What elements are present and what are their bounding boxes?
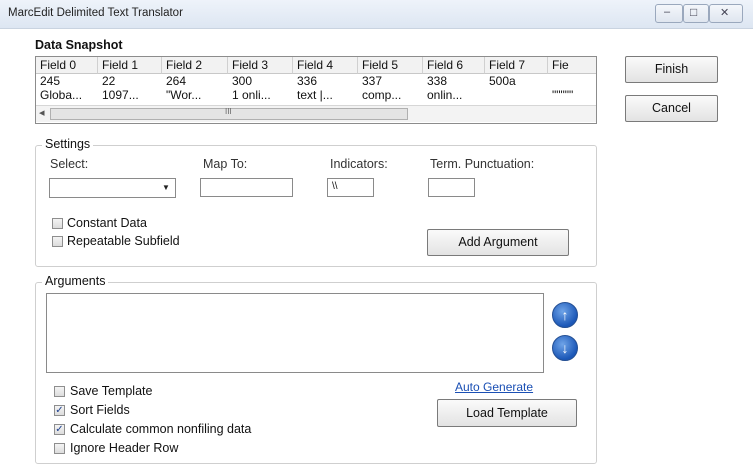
repeatable-subfield-checkbox[interactable] <box>52 236 63 247</box>
column-header[interactable]: Field 4 <box>293 57 358 74</box>
map-to-label: Map To: <box>203 157 248 171</box>
column-header[interactable]: Field 3 <box>228 57 293 74</box>
load-template-button[interactable]: Load Template <box>437 399 577 427</box>
table-cell[interactable]: Globa... <box>36 88 98 103</box>
column-header[interactable]: Field 1 <box>98 57 162 74</box>
title-bar: MarcEdit Delimited Text Translator – □ ✕ <box>0 0 753 29</box>
minimize-button[interactable]: – <box>655 4 683 23</box>
table-cell[interactable]: text |... <box>293 88 358 103</box>
table-cell[interactable] <box>548 74 596 89</box>
table-cell[interactable] <box>485 88 548 103</box>
repeatable-subfield-label: Repeatable Subfield <box>67 234 180 248</box>
table-cell[interactable]: 338 <box>423 74 485 89</box>
table-cell[interactable]: 337 <box>358 74 423 89</box>
data-snapshot-grid[interactable]: Field 0 Field 1 Field 2 Field 3 Field 4 Field… <box>35 56 597 124</box>
table-cell[interactable]: """"" <box>548 88 596 103</box>
sort-fields-check-icon: ✓ <box>55 405 64 416</box>
cancel-button[interactable]: Cancel <box>625 95 718 122</box>
table-cell[interactable]: 264 <box>162 74 228 89</box>
scroll-grip-icon: III <box>225 107 232 116</box>
table-cell[interactable]: 336 <box>293 74 358 89</box>
table-cell[interactable]: 22 <box>98 74 162 89</box>
column-header[interactable]: Field 2 <box>162 57 228 74</box>
term-punctuation-label: Term. Punctuation: <box>430 157 535 171</box>
table-cell[interactable]: 500a <box>485 74 548 89</box>
save-template-label: Save Template <box>70 384 153 398</box>
indicators-field[interactable]: \\ <box>327 178 374 197</box>
table-cell[interactable]: "Wor... <box>162 88 228 103</box>
maximize-button[interactable]: □ <box>683 4 709 23</box>
calculate-nonfiling-check-icon: ✓ <box>55 424 64 435</box>
settings-title: Settings <box>42 137 94 151</box>
column-header[interactable]: Field 6 <box>423 57 485 74</box>
add-argument-button[interactable]: Add Argument <box>427 229 569 256</box>
horizontal-scrollbar[interactable]: ◂ III ▸ <box>36 105 596 122</box>
window-title: MarcEdit Delimited Text Translator <box>8 7 183 19</box>
table-cell[interactable]: comp... <box>358 88 423 103</box>
minimize-icon: – <box>664 6 671 18</box>
calculate-nonfiling-checkbox[interactable]: ✓ <box>54 424 65 435</box>
auto-generate-link[interactable]: Auto Generate <box>455 380 533 394</box>
indicators-value: \\ <box>332 181 338 192</box>
constant-data-checkbox[interactable] <box>52 218 63 229</box>
chevron-down-icon[interactable]: ▼ <box>162 183 170 192</box>
sort-fields-label: Sort Fields <box>70 403 130 417</box>
select-label: Select: <box>50 157 89 171</box>
column-header[interactable]: Field 0 <box>36 57 98 74</box>
select-dropdown[interactable]: ▼ <box>49 178 176 198</box>
close-icon: ✕ <box>720 7 730 19</box>
table-cell[interactable]: 1 onli... <box>228 88 293 103</box>
ignore-header-row-label: Ignore Header Row <box>70 441 179 455</box>
sort-fields-checkbox[interactable]: ✓ <box>54 405 65 416</box>
horizontal-scroll-thumb[interactable]: III <box>50 107 408 120</box>
term-punctuation-field[interactable] <box>428 178 475 197</box>
save-template-checkbox[interactable] <box>54 386 65 397</box>
calculate-nonfiling-label: Calculate common nonfiling data <box>70 422 252 436</box>
column-header[interactable]: Field 5 <box>358 57 423 74</box>
table-cell[interactable]: 245 <box>36 74 98 89</box>
table-cell[interactable]: onlin... <box>423 88 485 103</box>
constant-data-label: Constant Data <box>67 216 147 230</box>
map-to-field[interactable] <box>200 178 293 197</box>
move-up-icon[interactable]: ↑ <box>552 302 578 328</box>
column-header[interactable]: Fie <box>548 57 596 74</box>
arguments-list[interactable] <box>46 293 544 373</box>
scroll-left-icon[interactable]: ◂ <box>39 106 45 119</box>
column-header[interactable]: Field 7 <box>485 57 548 74</box>
close-button[interactable]: ✕ <box>709 4 743 23</box>
data-snapshot-title: Data Snapshot <box>35 38 123 52</box>
table-cell[interactable]: 300 <box>228 74 293 89</box>
indicators-label: Indicators: <box>330 157 388 171</box>
ignore-header-row-checkbox[interactable] <box>54 443 65 454</box>
maximize-icon: □ <box>690 5 698 19</box>
move-down-icon[interactable]: ↓ <box>552 335 578 361</box>
finish-button[interactable]: Finish <box>625 56 718 83</box>
table-cell[interactable]: 1097... <box>98 88 162 103</box>
arguments-title: Arguments <box>42 274 109 288</box>
